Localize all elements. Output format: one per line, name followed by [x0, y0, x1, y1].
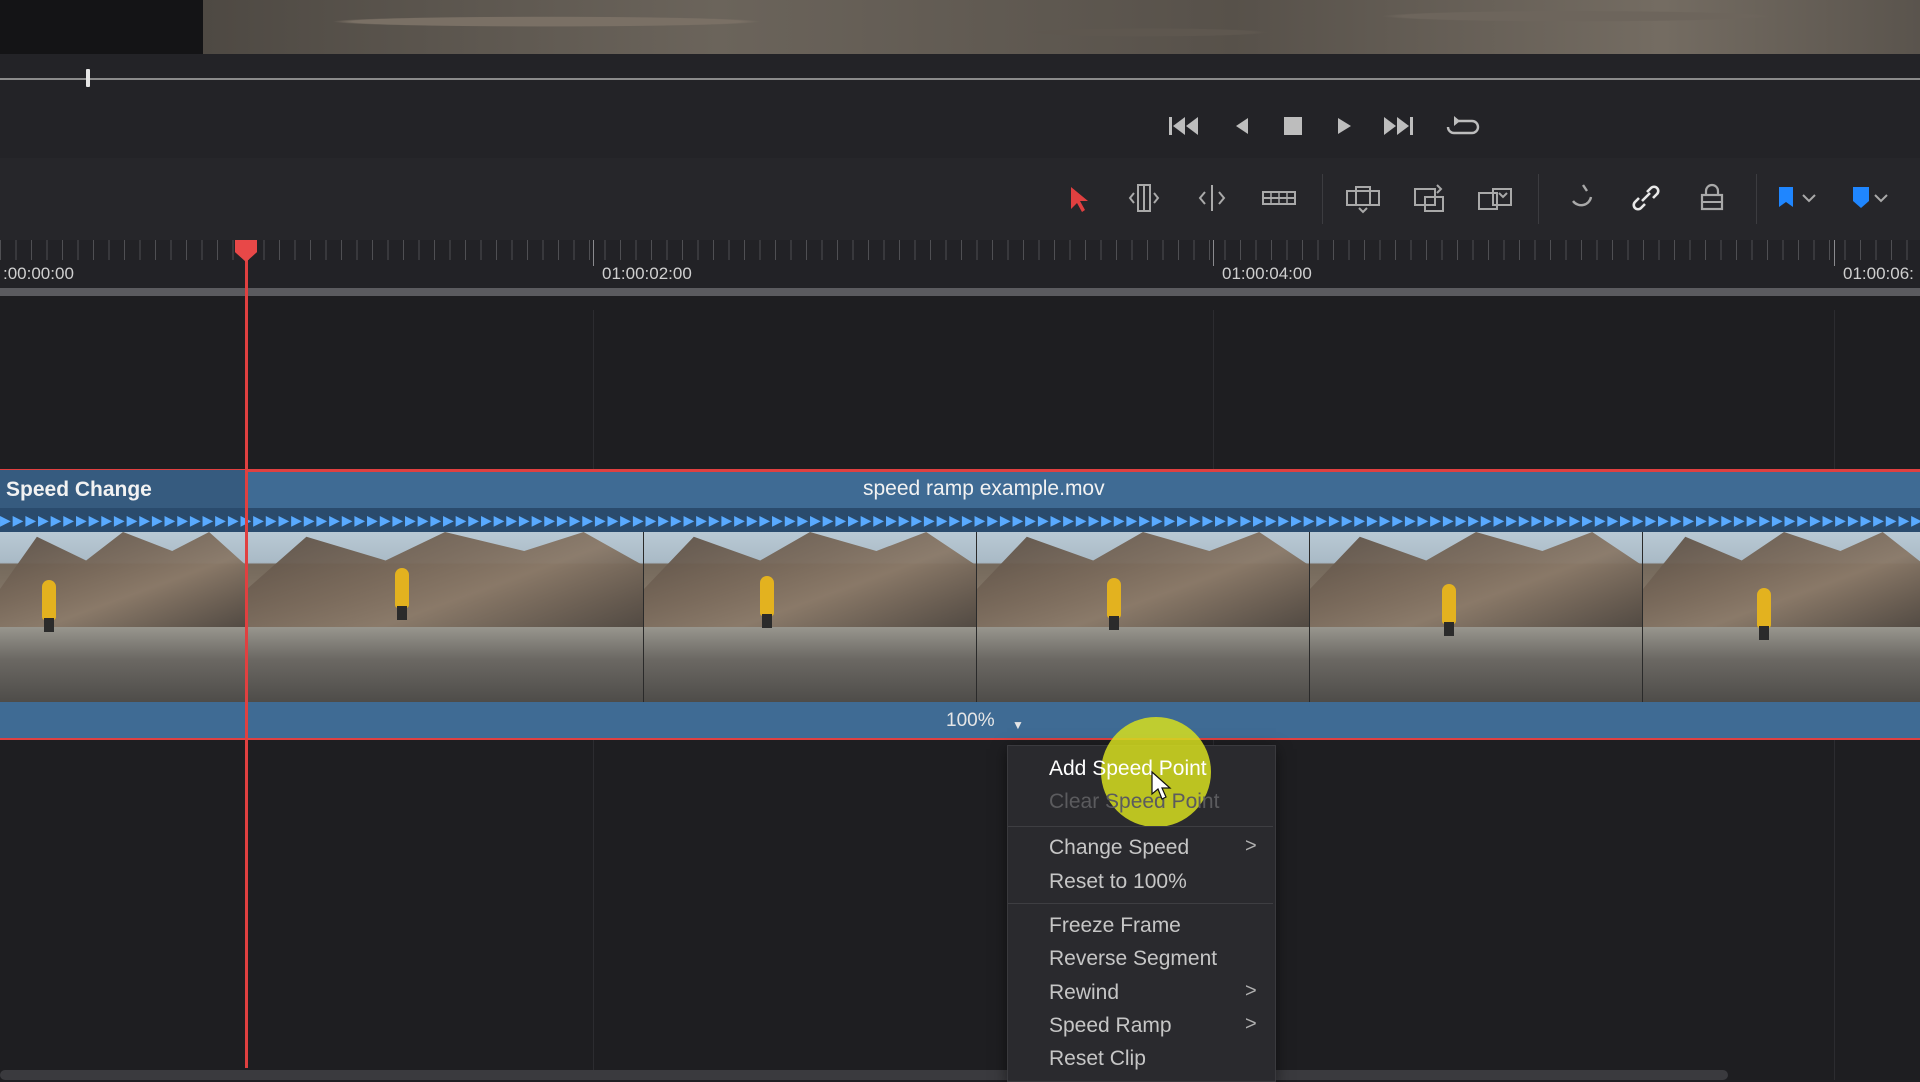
chevron-down-icon[interactable] [1798, 178, 1820, 218]
menu-item-reset-to-100[interactable]: Reset to 100% [1049, 870, 1187, 894]
viewer-scrubber-handle[interactable] [86, 69, 90, 87]
chevron-down-icon[interactable]: ▼ [1012, 718, 1024, 732]
timeline-zoom-bar[interactable] [0, 288, 1920, 296]
toolbar-separator [1322, 174, 1323, 224]
clip-thumbnails[interactable] [0, 532, 1920, 702]
menu-item-change-speed[interactable]: Change Speed [1049, 836, 1189, 860]
insert-clip-icon[interactable] [1340, 178, 1386, 218]
menu-separator [1008, 826, 1273, 827]
clip-thumbnail [977, 532, 1310, 702]
viewer-scrubber-track[interactable] [0, 78, 1920, 80]
timeline-horizontal-scrollbar[interactable] [0, 1070, 1728, 1080]
menu-item-reverse-segment[interactable]: Reverse Segment [1049, 947, 1217, 971]
skip-to-start-icon[interactable] [1164, 110, 1204, 142]
blade-icon[interactable] [1256, 178, 1302, 218]
stop-icon[interactable] [1273, 110, 1313, 142]
skip-to-end-icon[interactable] [1378, 110, 1418, 142]
clip-thumbnail [1643, 532, 1920, 702]
position-lock-icon[interactable] [1689, 178, 1735, 218]
mouse-pointer-icon [1151, 770, 1172, 800]
speed-change-label: Speed Change [6, 478, 152, 501]
ruler-major-tick [593, 240, 594, 266]
linked-selection-icon[interactable] [1623, 178, 1669, 218]
clip-name: speed ramp example.mov [863, 477, 1105, 500]
ruler-timecode: 01:00:02:00 [602, 264, 692, 283]
chevron-down-icon[interactable] [1870, 178, 1892, 218]
menu-item-reset-clip[interactable]: Reset Clip [1049, 1047, 1146, 1071]
clip-thumbnail [247, 532, 644, 702]
viewer-scrub-area [0, 54, 1920, 159]
ruler-timecode: 01:00:06: [1843, 264, 1914, 283]
overwrite-clip-icon[interactable] [1406, 178, 1452, 218]
clip-thumbnail [0, 532, 247, 702]
menu-separator [1008, 903, 1273, 904]
toolbar-separator [1756, 174, 1757, 224]
snapping-icon[interactable] [1558, 178, 1604, 218]
menu-item-clear-speed-point: Clear Speed Point [1049, 790, 1220, 813]
chevron-right-icon: > [1245, 980, 1257, 1002]
play-icon[interactable] [1324, 110, 1364, 142]
ruler-major-tick [1834, 240, 1835, 266]
step-back-icon[interactable] [1222, 110, 1262, 142]
speed-direction-arrows: ▶ ▶ ▶ ▶ ▶ ▶ ▶ ▶ ▶ ▶ ▶ ▶ ▶ ▶ ▶ ▶ ▶ ▶ ▶ ▶ … [0, 508, 1920, 532]
menu-item-freeze-frame[interactable]: Freeze Frame [1049, 914, 1181, 938]
viewer-frame [203, 0, 1920, 54]
selection-arrow-icon[interactable] [1054, 178, 1100, 218]
ruler-major-tick [1213, 240, 1214, 266]
ruler-ticks [0, 240, 1920, 260]
clip-thumbnail [644, 532, 977, 702]
trim-edit-icon[interactable] [1121, 178, 1167, 218]
menu-item-rewind[interactable]: Rewind [1049, 981, 1119, 1005]
loop-icon[interactable] [1443, 110, 1483, 142]
viewer-background [0, 0, 203, 54]
speed-percentage[interactable]: 100% [946, 710, 995, 732]
ruler-timecode: 01:00:04:00 [1222, 264, 1312, 283]
ruler-timecode: :00:00:00 [3, 264, 74, 283]
menu-item-add-speed-point[interactable]: Add Speed Point [1049, 757, 1207, 781]
chevron-right-icon: > [1245, 1013, 1257, 1035]
chevron-right-icon: > [1245, 835, 1257, 857]
dynamic-trim-icon[interactable] [1189, 178, 1235, 218]
playhead-line[interactable] [245, 248, 248, 1068]
menu-item-speed-ramp[interactable]: Speed Ramp [1049, 1014, 1172, 1038]
replace-clip-icon[interactable] [1472, 178, 1518, 218]
toolbar-separator [1538, 174, 1539, 224]
clip-thumbnail [1310, 532, 1643, 702]
